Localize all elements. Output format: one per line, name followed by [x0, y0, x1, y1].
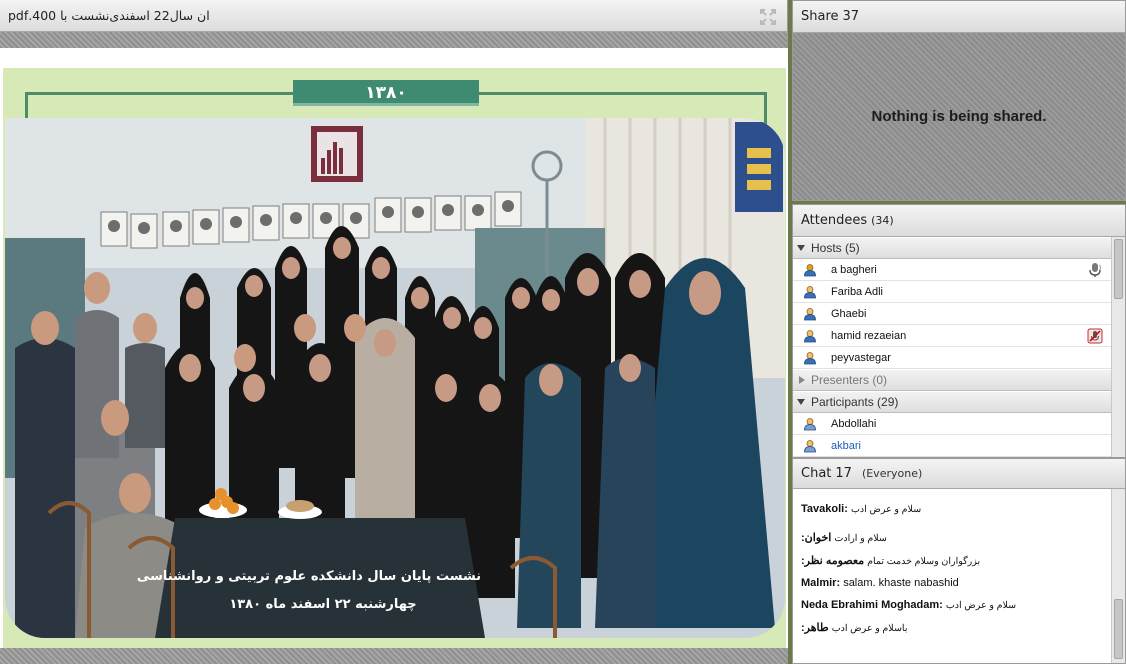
hosts-group-header[interactable]: Hosts (5) [793, 237, 1111, 259]
chat-text: باسلام و عرض ادب [831, 623, 908, 634]
attendee-name: hamid rezaeian [831, 329, 907, 342]
share-pod-body: Nothing is being shared. [793, 33, 1125, 200]
participants-group-label: Participants (29) [811, 395, 899, 409]
host-user-icon [804, 263, 816, 276]
collapse-triangle-icon[interactable] [797, 399, 805, 405]
chat-scope: (Everyone) [861, 467, 923, 480]
document-bottom-stripe [0, 648, 788, 664]
share-pod: Share 37 Nothing is being shared. [792, 0, 1126, 201]
nothing-shared-message: Nothing is being shared. [871, 108, 1047, 125]
attendees-pod: Attendees (34) Hosts (5) a bagheri Farib… [792, 204, 1126, 458]
chat-count: 17 [835, 466, 852, 481]
chat-text: سلام و ارادت [834, 533, 887, 544]
chat-messages: Tavakoli: سلام و عرض ادب سلام و ارادت اخ… [793, 489, 1111, 664]
attendee-scroll-thumb[interactable] [1114, 239, 1123, 299]
presenters-group-label: Presenters (0) [811, 373, 888, 387]
collapse-triangle-icon[interactable] [797, 245, 805, 251]
document-pod-header: ان سال22 اسفندی‌نشست با 400.pdf [0, 0, 787, 32]
document-title: ان سال22 اسفندی‌نشست با 400.pdf [8, 8, 210, 23]
attendee-name: a bagheri [831, 263, 877, 276]
chat-text: سلام و عرض ادب [850, 504, 922, 515]
share-pod-count: 37 [842, 9, 860, 24]
attendee-row[interactable]: a bagheri [793, 259, 1111, 281]
chat-sender: اخوان: [801, 532, 832, 544]
chat-scrollbar[interactable] [1111, 489, 1125, 663]
chat-message: باسلام و عرض ادب طاهر: [801, 621, 1105, 634]
document-page: ۱۳۸۰ نشست پایان سال دانشکده علوم تربیتی … [3, 68, 786, 664]
attendee-scrollbar[interactable] [1111, 237, 1125, 457]
chat-sender: طاهر: [801, 622, 829, 634]
microphone-icon [1089, 263, 1101, 277]
chat-text: salam. khaste nabashid [843, 577, 959, 589]
chat-message: Neda Ebrahimi Moghadam: سلام و عرض ادب [801, 599, 1105, 611]
chat-sender: Malmir: [801, 577, 841, 589]
chat-scroll-thumb[interactable] [1114, 599, 1123, 659]
chat-text: بزرگواران وسلام خدمت تمام [867, 556, 981, 567]
chat-sender: معصومه نظر: [801, 555, 865, 567]
document-toolbar-stripe [0, 32, 787, 48]
attendee-name: peyvastegar [831, 351, 891, 364]
participant-user-icon [804, 439, 816, 452]
photo-caption-line2: چهارشنبه ۲۲ اسفند ماه ۱۳۸۰ [229, 597, 416, 612]
attendees-pod-header[interactable]: Attendees (34) [793, 205, 1125, 237]
hosts-group-label: Hosts (5) [811, 241, 860, 255]
chat-message: بزرگواران وسلام خدمت تمام معصومه نظر: [801, 554, 1105, 567]
photo-caption-line1: نشست پایان سال دانشکده علوم تربیتی و روا… [137, 569, 481, 584]
fullscreen-icon[interactable] [759, 8, 777, 26]
participant-user-icon [804, 417, 816, 430]
share-pod-header[interactable]: Share 37 [793, 1, 1125, 33]
host-user-icon [804, 351, 816, 364]
attendee-row[interactable]: Abdollahi [793, 413, 1111, 435]
attendees-count: (34) [871, 214, 894, 227]
host-user-icon [804, 307, 816, 320]
chat-sender: Neda Ebrahimi Moghadam: [801, 599, 943, 611]
chat-text: سلام و عرض ادب [945, 600, 1017, 611]
attendee-row[interactable]: Fariba Adli [793, 281, 1111, 303]
attendee-name: Fariba Adli [831, 285, 883, 298]
attendees-pod-title: Attendees [801, 213, 868, 228]
attendee-row[interactable]: peyvastegar [793, 347, 1111, 369]
attendee-row[interactable]: Ghaebi [793, 303, 1111, 325]
microphone-muted-icon [1087, 328, 1103, 344]
chat-message: سلام و ارادت اخوان: [801, 531, 1105, 544]
document-canvas[interactable]: ۱۳۸۰ نشست پایان سال دانشکده علوم تربیتی … [0, 48, 788, 664]
share-pod-title: Share [801, 9, 839, 24]
chat-pod-header[interactable]: Chat 17 (Everyone) [793, 459, 1125, 489]
attendee-name: Ghaebi [831, 307, 867, 320]
attendee-name: Abdollahi [831, 417, 877, 430]
attendee-list: Hosts (5) a bagheri Fariba Adli Ghaebi h… [793, 237, 1111, 457]
chat-message: Malmir: salam. khaste nabashid [801, 577, 1105, 589]
document-share-pod: ان سال22 اسفندی‌نشست با 400.pdf ۱۳۸۰ [0, 0, 788, 664]
year-banner: ۱۳۸۰ [293, 80, 479, 106]
group-photo: نشست پایان سال دانشکده علوم تربیتی و روا… [5, 118, 785, 638]
participants-group-header[interactable]: Participants (29) [793, 391, 1111, 413]
chat-pod-title: Chat [801, 466, 832, 481]
presenters-group-header[interactable]: Presenters (0) [793, 369, 1111, 391]
chat-message: Tavakoli: سلام و عرض ادب [801, 503, 1105, 515]
attendee-row[interactable]: akbari [793, 435, 1111, 457]
attendee-row[interactable]: hamid rezaeian [793, 325, 1111, 347]
host-user-icon [804, 329, 816, 342]
chat-pod: Chat 17 (Everyone) Tavakoli: سلام و عرض … [792, 458, 1126, 664]
host-user-icon [804, 285, 816, 298]
attendee-name: akbari [831, 439, 861, 452]
expand-triangle-icon[interactable] [799, 376, 805, 384]
chat-sender: Tavakoli: [801, 503, 848, 515]
